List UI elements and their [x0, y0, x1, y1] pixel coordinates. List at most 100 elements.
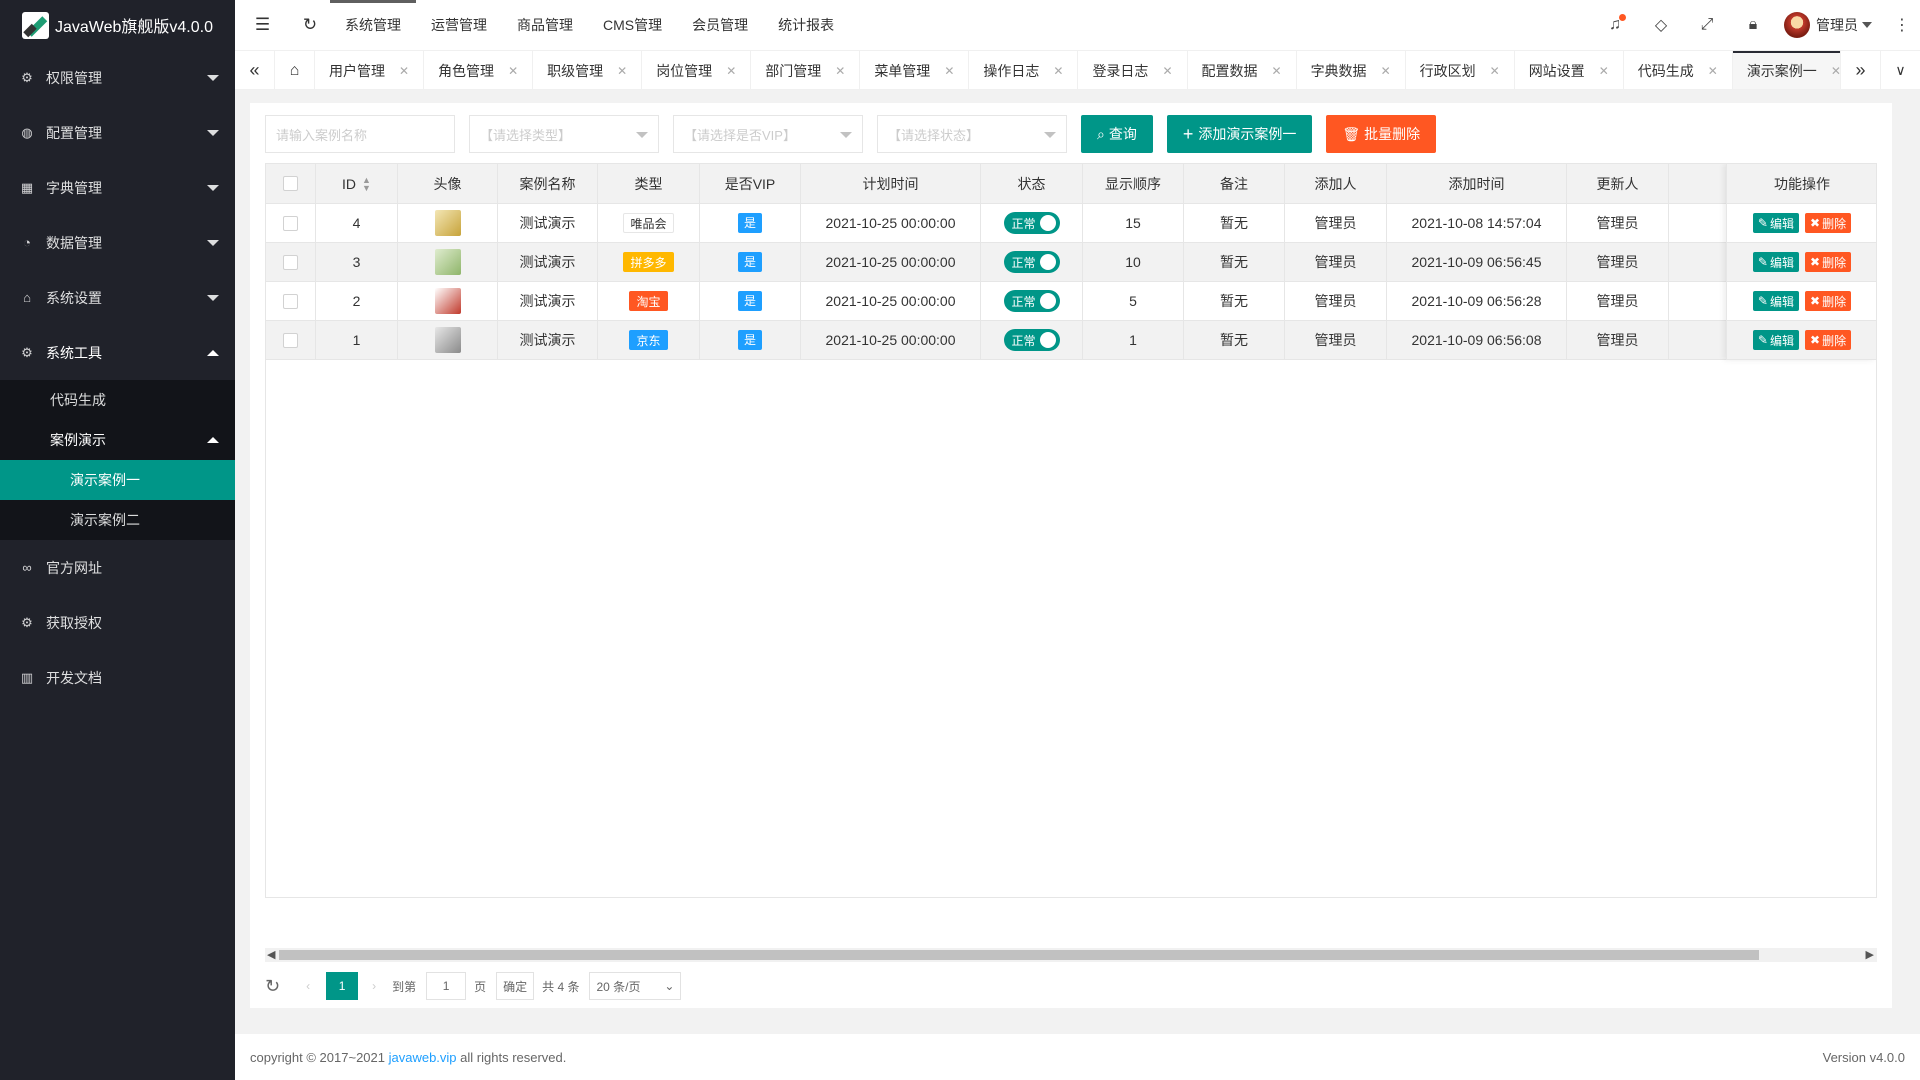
menu-dict[interactable]: ▦ 字典管理 [0, 160, 235, 215]
tab-user[interactable]: 用户管理 ✕ [315, 51, 425, 89]
avatar-thumbnail[interactable] [434, 210, 461, 236]
app-logo[interactable]: JavaWeb旗舰版v4.0.0 [0, 0, 235, 50]
tab-region[interactable]: 行政区划 ✕ [1406, 51, 1515, 89]
tab-site[interactable]: 网站设置 ✕ [1515, 51, 1624, 89]
nav-system[interactable]: 系统管理 [330, 0, 416, 50]
tab-position[interactable]: 岗位管理 ✕ [642, 51, 752, 89]
bell-icon[interactable]: ♫ [1592, 0, 1638, 50]
collapse-menu-icon[interactable]: ☰ [235, 0, 290, 50]
tab-configdata[interactable]: 配置数据 ✕ [1188, 51, 1297, 89]
tab-loginlog[interactable]: 登录日志 ✕ [1078, 51, 1188, 89]
tab-menu[interactable]: 菜单管理 ✕ [860, 51, 970, 89]
row-checkbox[interactable] [266, 282, 316, 320]
page-1[interactable]: 1 [326, 972, 359, 1000]
nav-operation[interactable]: 运营管理 [416, 0, 502, 50]
prev-page-icon[interactable]: ‹ [306, 979, 310, 993]
menu-demo-one[interactable]: 演示案例一 [0, 460, 235, 500]
close-icon[interactable]: ✕ [1599, 64, 1609, 78]
tab-level[interactable]: 职级管理 ✕ [533, 51, 643, 89]
tab-codegen[interactable]: 代码生成 ✕ [1624, 51, 1733, 89]
avatar-thumbnail[interactable] [434, 288, 461, 314]
menu-permission[interactable]: ⚙ 权限管理 [0, 50, 235, 105]
edit-button[interactable]: ✎ 编辑 [1752, 213, 1799, 233]
nav-goods[interactable]: 商品管理 [502, 0, 588, 50]
close-icon[interactable]: ✕ [1162, 64, 1172, 78]
menu-config[interactable]: ◍ 配置管理 [0, 105, 235, 160]
close-icon[interactable]: ✕ [944, 64, 954, 78]
status-toggle[interactable]: 正常 [1003, 212, 1060, 234]
scroll-right-icon[interactable]: ▶ [1866, 948, 1874, 961]
edit-button[interactable]: ✎ 编辑 [1752, 330, 1799, 350]
tabs-dropdown-icon[interactable]: ∨ [1880, 51, 1920, 90]
user-menu[interactable]: 管理员 [1776, 0, 1884, 50]
tabs-scroll-right-icon[interactable]: » [1840, 51, 1880, 90]
menu-docs[interactable]: ▥ 开发文档 [0, 650, 235, 705]
close-icon[interactable]: ✕ [1053, 64, 1063, 78]
menu-website[interactable]: ∞ 官方网址 [0, 540, 235, 595]
tab-dept[interactable]: 部门管理 ✕ [751, 51, 861, 89]
delete-button[interactable]: ✖ 删除 [1805, 330, 1852, 350]
close-icon[interactable]: ✕ [1490, 64, 1500, 78]
close-icon[interactable]: ✕ [726, 64, 736, 78]
fullscreen-icon[interactable]: ⤢ [1684, 0, 1730, 50]
tab-dictdata[interactable]: 字典数据 ✕ [1297, 51, 1406, 89]
goto-confirm-button[interactable]: 确定 [496, 972, 535, 1000]
status-select[interactable]: 【请选择状态】 [877, 115, 1067, 153]
home-tab-icon[interactable]: ⌂ [275, 51, 315, 90]
close-icon[interactable]: ✕ [1381, 64, 1391, 78]
lock-icon[interactable]: 🔒︎ [1730, 0, 1776, 50]
avatar-thumbnail[interactable] [434, 327, 461, 353]
nav-report[interactable]: 统计报表 [763, 0, 849, 50]
row-checkbox[interactable] [266, 204, 316, 242]
close-icon[interactable]: ✕ [617, 64, 627, 78]
tabs-scroll-left-icon[interactable]: « [235, 51, 275, 90]
close-icon[interactable]: ✕ [1708, 64, 1718, 78]
close-icon[interactable]: ✕ [508, 64, 518, 78]
refresh-icon[interactable]: ↻ [290, 0, 330, 50]
tab-demo-one[interactable]: 演示案例一 ✕ [1732, 51, 1840, 89]
status-toggle[interactable]: 正常 [1003, 329, 1060, 351]
refresh-icon[interactable]: ↻ [265, 976, 280, 997]
close-icon[interactable]: ✕ [399, 64, 409, 78]
page-size-select[interactable]: 20 条/页 ⌄ [589, 972, 682, 1000]
nav-cms[interactable]: CMS管理 [588, 0, 677, 50]
delete-button[interactable]: ✖ 删除 [1805, 291, 1852, 311]
scroll-thumb[interactable] [279, 950, 1759, 960]
nav-member[interactable]: 会员管理 [677, 0, 763, 50]
close-icon[interactable]: ✕ [835, 64, 845, 78]
edit-button[interactable]: ✎ 编辑 [1752, 291, 1799, 311]
site-link[interactable]: javaweb.vip [389, 1050, 457, 1065]
row-checkbox[interactable] [266, 243, 316, 281]
menu-tools[interactable]: ⚙ 系统工具 [0, 325, 235, 380]
batch-delete-button[interactable]: 🗑︎ 批量删除 [1326, 115, 1437, 153]
case-name-input[interactable]: 请输入案例名称 [265, 115, 455, 153]
status-toggle[interactable]: 正常 [1003, 251, 1060, 273]
tab-oplog[interactable]: 操作日志 ✕ [969, 51, 1079, 89]
close-icon[interactable]: ✕ [1272, 64, 1282, 78]
tab-role[interactable]: 角色管理 ✕ [424, 51, 534, 89]
scroll-left-icon[interactable]: ◀ [267, 948, 275, 961]
tag-icon[interactable]: ◇ [1638, 0, 1684, 50]
menu-code-gen[interactable]: 代码生成 [0, 380, 235, 420]
menu-demo[interactable]: 案例演示 [0, 420, 235, 460]
th-id[interactable]: ID ▲ ▼ [316, 164, 398, 203]
status-toggle[interactable]: 正常 [1003, 290, 1060, 312]
delete-button[interactable]: ✖ 删除 [1805, 252, 1852, 272]
close-icon[interactable]: ✕ [1831, 64, 1840, 78]
next-page-icon[interactable]: › [372, 979, 376, 993]
goto-page-input[interactable]: 1 [426, 972, 467, 1000]
type-select[interactable]: 【请选择类型】 [469, 115, 659, 153]
select-all-checkbox[interactable] [266, 164, 316, 203]
more-icon[interactable]: ⋮ [1884, 0, 1920, 50]
avatar-thumbnail[interactable] [434, 249, 461, 275]
menu-data[interactable]: ◔ 数据管理 [0, 215, 235, 270]
delete-button[interactable]: ✖ 删除 [1805, 213, 1852, 233]
add-button[interactable]: + 添加演示案例一 [1166, 115, 1313, 153]
menu-demo-two[interactable]: 演示案例二 [0, 500, 235, 540]
edit-button[interactable]: ✎ 编辑 [1752, 252, 1799, 272]
query-button[interactable]: ⌕ 查询 [1081, 115, 1153, 153]
menu-settings[interactable]: ⌂ 系统设置 [0, 270, 235, 325]
menu-license[interactable]: ⚙ 获取授权 [0, 595, 235, 650]
horizontal-scrollbar[interactable]: ◀ ▶ [265, 948, 1877, 962]
vip-select[interactable]: 【请选择是否VIP】 [673, 115, 863, 153]
